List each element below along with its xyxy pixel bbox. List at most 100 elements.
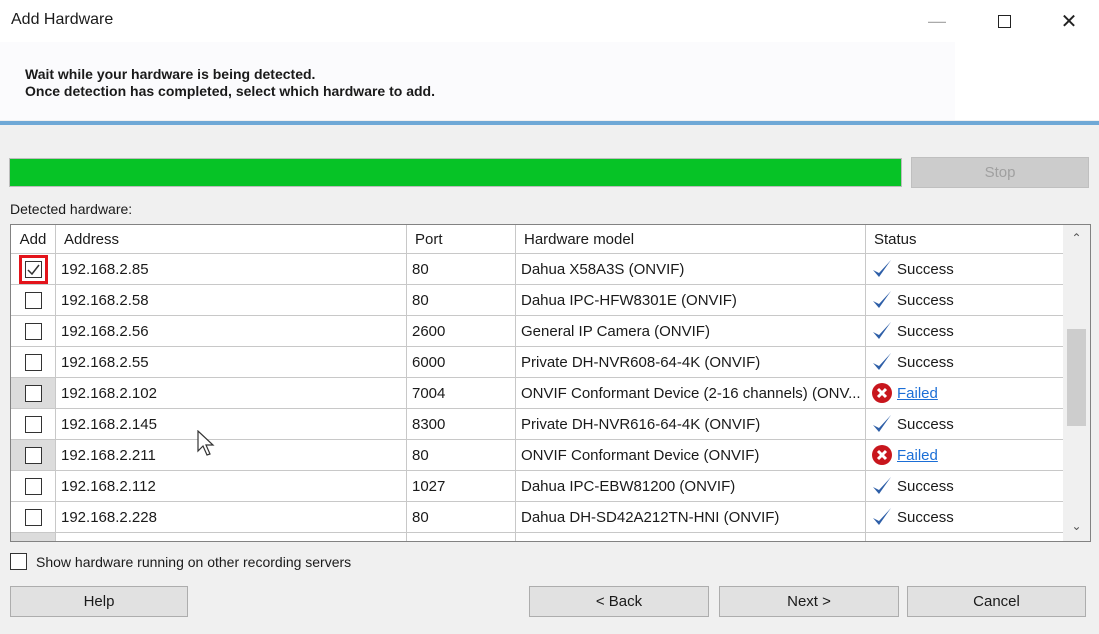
help-button[interactable]: Help: [10, 586, 188, 617]
address-cell: 192.168.2.56: [56, 316, 407, 346]
column-header-address[interactable]: Address: [56, 225, 407, 254]
stop-button[interactable]: Stop: [911, 157, 1089, 188]
table-row[interactable]: 192.168.2.102 7004 ONVIF Conformant Devi…: [11, 378, 1063, 409]
table-row-partial[interactable]: [11, 533, 1063, 541]
address-cell: 192.168.2.85: [56, 254, 407, 284]
hardware-model-cell: Dahua DH-SD42A212TN-HNI (ONVIF): [516, 502, 866, 532]
window-title: Add Hardware: [11, 11, 114, 28]
column-header-add[interactable]: Add: [11, 225, 56, 254]
header-right: [955, 42, 1099, 120]
add-cell: [11, 440, 56, 470]
table-row[interactable]: 192.168.2.145 8300 Private DH-NVR616-64-…: [11, 409, 1063, 440]
show-other-servers-checkbox[interactable]: [10, 553, 27, 570]
address-cell: 192.168.2.102: [56, 378, 407, 408]
status-cell: Success: [866, 254, 1063, 284]
close-button[interactable]: ✕: [1046, 0, 1092, 42]
column-header-hardware-model[interactable]: Hardware model: [516, 225, 866, 254]
address-cell: 192.168.2.55: [56, 347, 407, 377]
port-cell: 2600: [407, 316, 516, 346]
add-checkbox[interactable]: [18, 254, 48, 284]
minimize-button[interactable]: —: [914, 0, 960, 42]
port-cell: 6000: [407, 347, 516, 377]
table-header: Add Address Port Hardware model Status: [11, 225, 1063, 254]
scrollbar-thumb[interactable]: [1067, 329, 1086, 426]
header-divider: [0, 121, 1099, 125]
status-cell: Success: [866, 502, 1063, 532]
title-bar: Add Hardware — ✕: [0, 0, 1099, 42]
success-check-icon: [873, 477, 891, 494]
vertical-scrollbar[interactable]: ⌃ ⌄: [1063, 225, 1090, 541]
status-text: Success: [897, 322, 954, 340]
success-check-icon: [873, 260, 891, 277]
address-cell: 192.168.2.112: [56, 471, 407, 501]
status-text: Success: [897, 477, 954, 495]
port-cell: 80: [407, 440, 516, 470]
column-header-status[interactable]: Status: [866, 225, 1063, 254]
status-cell: Failed: [866, 440, 1063, 470]
table-row[interactable]: 192.168.2.58 80 Dahua IPC-HFW8301E (ONVI…: [11, 285, 1063, 316]
add-checkbox[interactable]: [24, 384, 42, 402]
add-checkbox[interactable]: [24, 446, 42, 464]
failed-link[interactable]: Failed: [897, 447, 938, 464]
add-cell: [11, 254, 56, 284]
failed-error-icon: [872, 383, 892, 403]
add-cell: [11, 347, 56, 377]
add-cell: [11, 502, 56, 532]
cancel-button[interactable]: Cancel: [907, 586, 1086, 617]
checkmark-icon: [26, 264, 40, 275]
address-cell: 192.168.2.228: [56, 502, 407, 532]
failed-link[interactable]: Failed: [897, 385, 938, 402]
add-cell: [11, 316, 56, 346]
port-cell: 80: [407, 502, 516, 532]
next-button[interactable]: Next >: [719, 586, 899, 617]
show-other-servers-label: Show hardware running on other recording…: [36, 554, 352, 570]
table-row[interactable]: 192.168.2.55 6000 Private DH-NVR608-64-4…: [11, 347, 1063, 378]
status-text: Success: [897, 291, 954, 309]
port-cell: 8300: [407, 409, 516, 439]
add-cell: [11, 378, 56, 408]
scroll-down-icon[interactable]: ⌄: [1063, 519, 1090, 533]
maximize-button[interactable]: [981, 0, 1027, 42]
status-cell: Success: [866, 347, 1063, 377]
address-cell: 192.168.2.58: [56, 285, 407, 315]
port-cell: 7004: [407, 378, 516, 408]
table-row[interactable]: 192.168.2.56 2600 General IP Camera (ONV…: [11, 316, 1063, 347]
hardware-model-cell: ONVIF Conformant Device (ONVIF): [516, 440, 866, 470]
add-checkbox[interactable]: [24, 291, 42, 309]
success-check-icon: [873, 353, 891, 370]
hardware-table: Add Address Port Hardware model Status ⌃…: [10, 224, 1091, 542]
detected-hardware-label: Detected hardware:: [10, 201, 133, 217]
table-row[interactable]: 192.168.2.112 1027 Dahua IPC-EBW81200 (O…: [11, 471, 1063, 502]
detection-progress-bar: [9, 158, 902, 187]
status-text: Success: [897, 508, 954, 526]
instruction-line-1: Wait while your hardware is being detect…: [25, 66, 316, 82]
status-text: Success: [897, 353, 954, 371]
back-button[interactable]: < Back: [529, 586, 709, 617]
port-cell: 80: [407, 254, 516, 284]
scroll-up-icon[interactable]: ⌃: [1063, 231, 1090, 245]
table-row[interactable]: 192.168.2.228 80 Dahua DH-SD42A212TN-HNI…: [11, 502, 1063, 533]
add-checkbox[interactable]: [24, 353, 42, 371]
failed-error-icon: [872, 445, 892, 465]
status-cell: Success: [866, 409, 1063, 439]
table-row[interactable]: 192.168.2.211 80 ONVIF Conformant Device…: [11, 440, 1063, 471]
success-check-icon: [873, 291, 891, 308]
instruction-header: Wait while your hardware is being detect…: [0, 42, 955, 120]
success-check-icon: [873, 415, 891, 432]
add-checkbox[interactable]: [24, 477, 42, 495]
status-cell: Success: [866, 316, 1063, 346]
add-checkbox[interactable]: [24, 508, 42, 526]
column-header-port[interactable]: Port: [407, 225, 516, 254]
address-cell: 192.168.2.145: [56, 409, 407, 439]
status-cell: Success: [866, 471, 1063, 501]
address-cell: 192.168.2.211: [56, 440, 407, 470]
hardware-model-cell: ONVIF Conformant Device (2-16 channels) …: [516, 378, 866, 408]
add-checkbox[interactable]: [24, 415, 42, 433]
address-cell: [56, 533, 407, 541]
table-row[interactable]: 192.168.2.85 80 Dahua X58A3S (ONVIF) Suc…: [11, 254, 1063, 285]
status-text: Success: [897, 415, 954, 433]
hardware-model-cell: [516, 533, 866, 541]
add-checkbox[interactable]: [24, 322, 42, 340]
hardware-model-cell: Dahua X58A3S (ONVIF): [516, 254, 866, 284]
progress-fill: [10, 159, 901, 186]
